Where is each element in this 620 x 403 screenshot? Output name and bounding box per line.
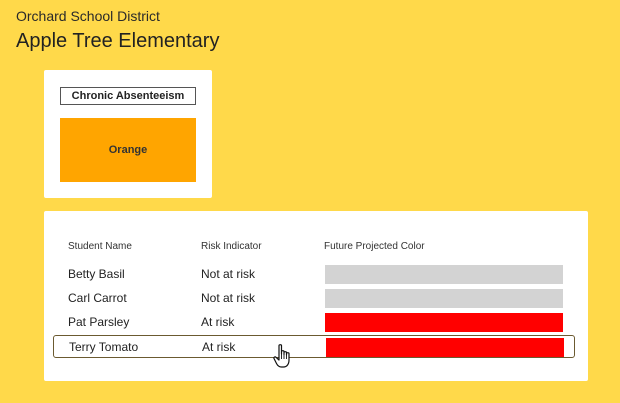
school-name: Apple Tree Elementary — [16, 30, 220, 52]
risk-indicator: Not at risk — [201, 267, 256, 281]
risk-indicator: Not at risk — [201, 291, 256, 305]
district-name: Orchard School District — [16, 8, 160, 24]
future-color-bar — [325, 313, 563, 332]
column-header-student-name: Student Name — [68, 241, 132, 252]
metric-color-swatch: Orange — [60, 118, 196, 182]
risk-indicator: At risk — [202, 340, 236, 354]
table-row[interactable]: Pat Parsley At risk — [53, 311, 575, 334]
future-color-bar — [325, 265, 563, 284]
table-row-selected[interactable]: Terry Tomato At risk — [53, 335, 575, 358]
student-name: Carl Carrot — [68, 291, 127, 305]
student-name: Pat Parsley — [68, 315, 130, 329]
hand-pointer-icon — [273, 344, 290, 368]
column-header-risk-indicator: Risk Indicator — [201, 241, 262, 252]
student-name: Betty Basil — [68, 267, 125, 281]
metric-label: Chronic Absenteeism — [60, 87, 196, 105]
future-color-bar — [326, 338, 564, 357]
column-header-future-color: Future Projected Color — [324, 241, 425, 252]
student-table: Student Name Risk Indicator Future Proje… — [44, 211, 588, 381]
table-row[interactable]: Betty Basil Not at risk — [53, 263, 575, 286]
table-row[interactable]: Carl Carrot Not at risk — [53, 287, 575, 310]
metric-card: Chronic Absenteeism Orange — [44, 70, 212, 198]
metric-color-value: Orange — [108, 144, 148, 156]
student-name: Terry Tomato — [69, 340, 139, 354]
risk-indicator: At risk — [201, 315, 235, 329]
future-color-bar — [325, 289, 563, 308]
